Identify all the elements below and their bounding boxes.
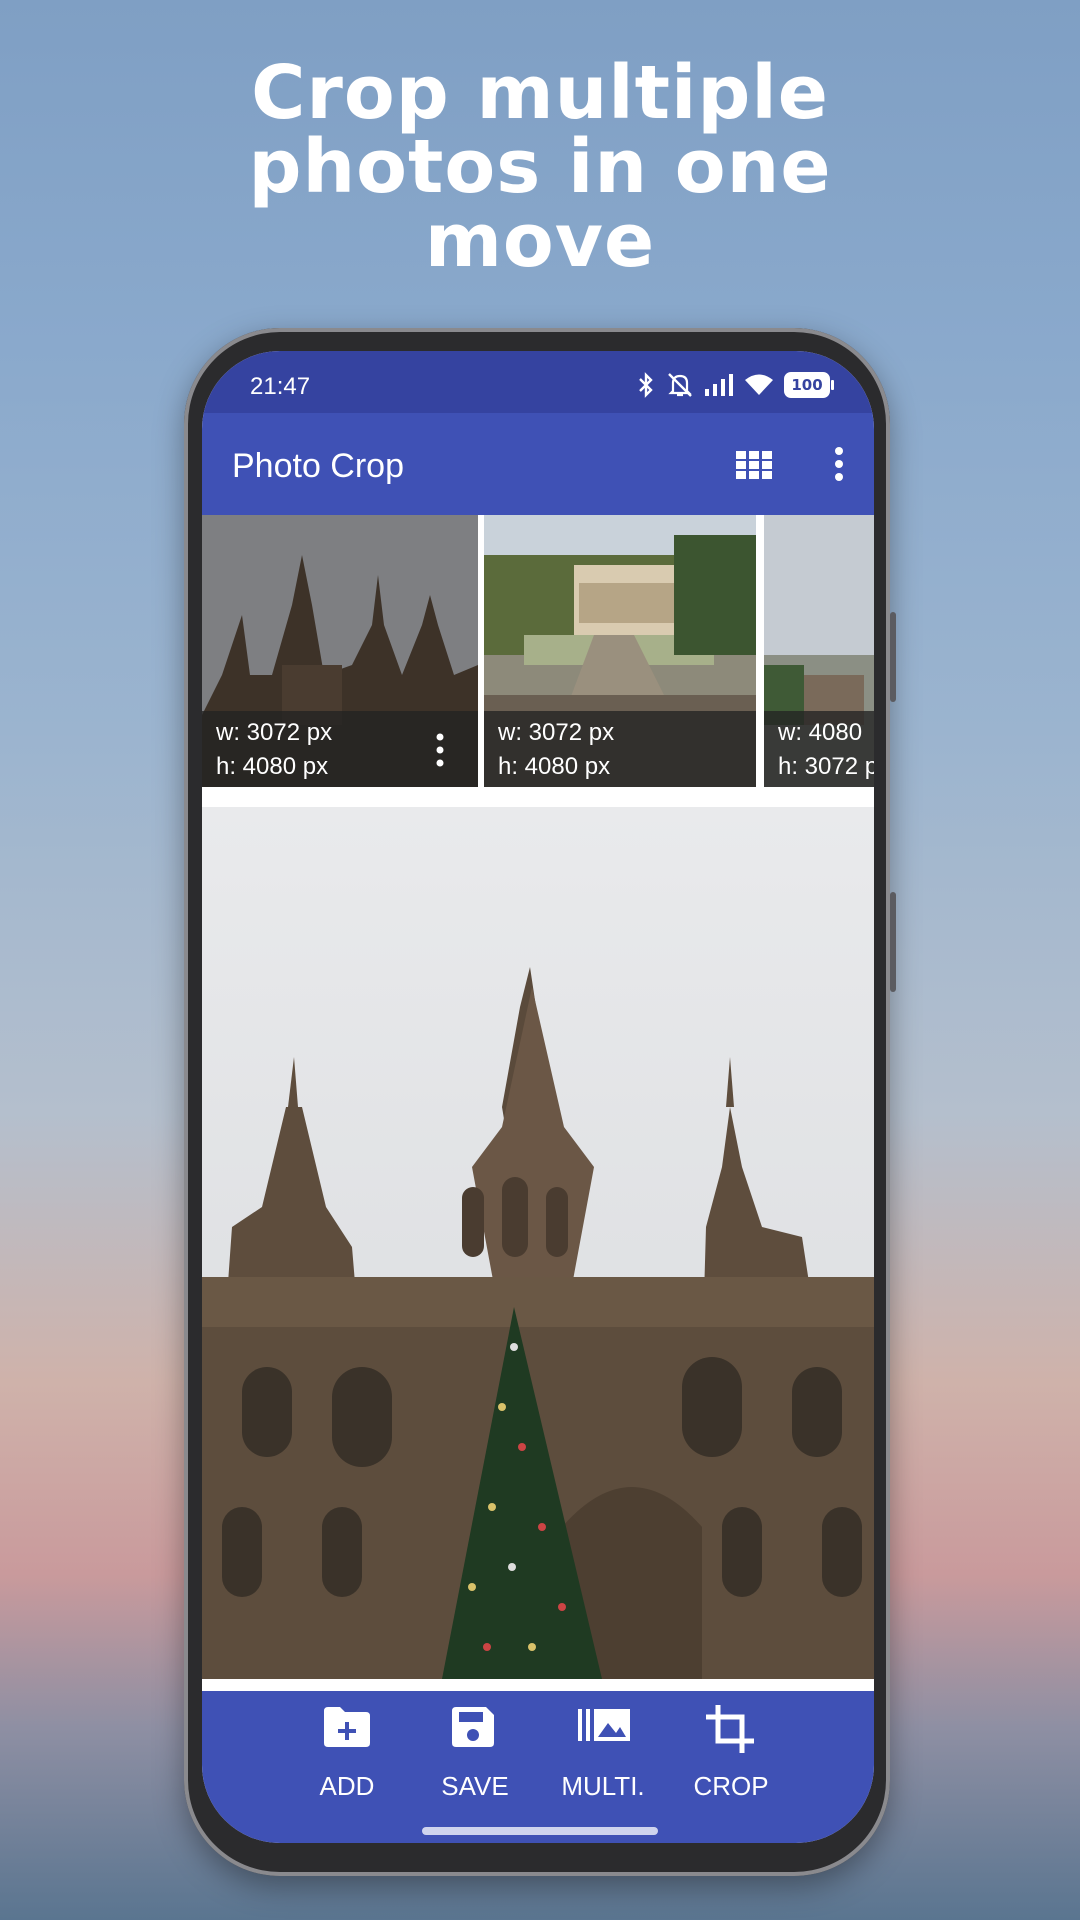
app-title: Photo Crop xyxy=(232,447,404,485)
bluetooth-icon xyxy=(639,372,653,398)
bell-muted-icon xyxy=(668,373,692,397)
phone-screen: 21:47 100 Photo Crop w: 3072 px h: 4080 … xyxy=(202,351,874,1843)
headline-line-2: photos in one xyxy=(248,124,832,210)
thumbnail-strip[interactable]: w: 3072 px h: 4080 px w: 3072 px h: 4080… xyxy=(202,515,874,787)
thumbnail-item[interactable]: w: 4080 h: 3072 p xyxy=(764,515,874,787)
crop-icon xyxy=(706,1705,754,1753)
add-button[interactable]: ADD xyxy=(292,1705,402,1805)
overflow-menu-icon[interactable] xyxy=(834,447,844,481)
cathedral-preview-image xyxy=(202,807,874,1679)
thumbnail-info: w: 3072 px h: 4080 px xyxy=(202,711,478,787)
thumbnail-width: w: 4080 xyxy=(778,719,863,746)
thumbnail-width: w: 3072 px xyxy=(216,719,333,746)
thumbnail-height: h: 4080 px xyxy=(498,753,611,780)
battery-level: 100 xyxy=(791,376,823,394)
multi-button-label: MULTI. xyxy=(561,1771,645,1801)
home-indicator[interactable] xyxy=(422,1827,658,1835)
thumbnail-item[interactable]: w: 3072 px h: 4080 px xyxy=(202,515,478,787)
multi-image-icon xyxy=(578,1709,630,1741)
bottom-action-bar: ADD SAVE MULTI. CROP xyxy=(202,1691,874,1843)
thumbnail-menu-icon[interactable] xyxy=(436,733,444,767)
crop-button-label: CROP xyxy=(693,1771,769,1801)
headline-line-3: move xyxy=(424,198,656,284)
signal-icon xyxy=(705,374,733,396)
thumbnail-info: w: 4080 h: 3072 p xyxy=(764,711,874,787)
promo-headline: Crop multiple photos in one move xyxy=(0,56,1080,278)
thumbnail-width: w: 3072 px xyxy=(498,719,615,746)
wifi-icon xyxy=(745,374,773,395)
status-time: 21:47 xyxy=(250,373,311,400)
thumbnail-item[interactable]: w: 3072 px h: 4080 px xyxy=(484,515,756,787)
status-bar: 21:47 100 xyxy=(202,351,874,413)
thumbnail-height: h: 4080 px xyxy=(216,753,329,780)
save-icon xyxy=(452,1707,494,1747)
photo-preview[interactable] xyxy=(202,807,874,1679)
app-bar: Photo Crop xyxy=(202,413,874,515)
folder-add-icon xyxy=(324,1707,370,1747)
save-button[interactable]: SAVE xyxy=(420,1705,530,1805)
phone-side-button xyxy=(890,612,896,702)
crop-button[interactable]: CROP xyxy=(676,1705,786,1805)
phone-side-button xyxy=(890,892,896,992)
save-button-label: SAVE xyxy=(441,1771,509,1801)
multi-button[interactable]: MULTI. xyxy=(548,1705,658,1805)
battery-icon: 100 xyxy=(784,372,834,398)
add-button-label: ADD xyxy=(319,1771,375,1801)
thumbnail-height: h: 3072 p xyxy=(778,753,874,780)
grid-view-icon[interactable] xyxy=(736,451,772,479)
headline-line-1: Crop multiple xyxy=(251,50,829,136)
thumbnail-info: w: 3072 px h: 4080 px xyxy=(484,711,756,787)
